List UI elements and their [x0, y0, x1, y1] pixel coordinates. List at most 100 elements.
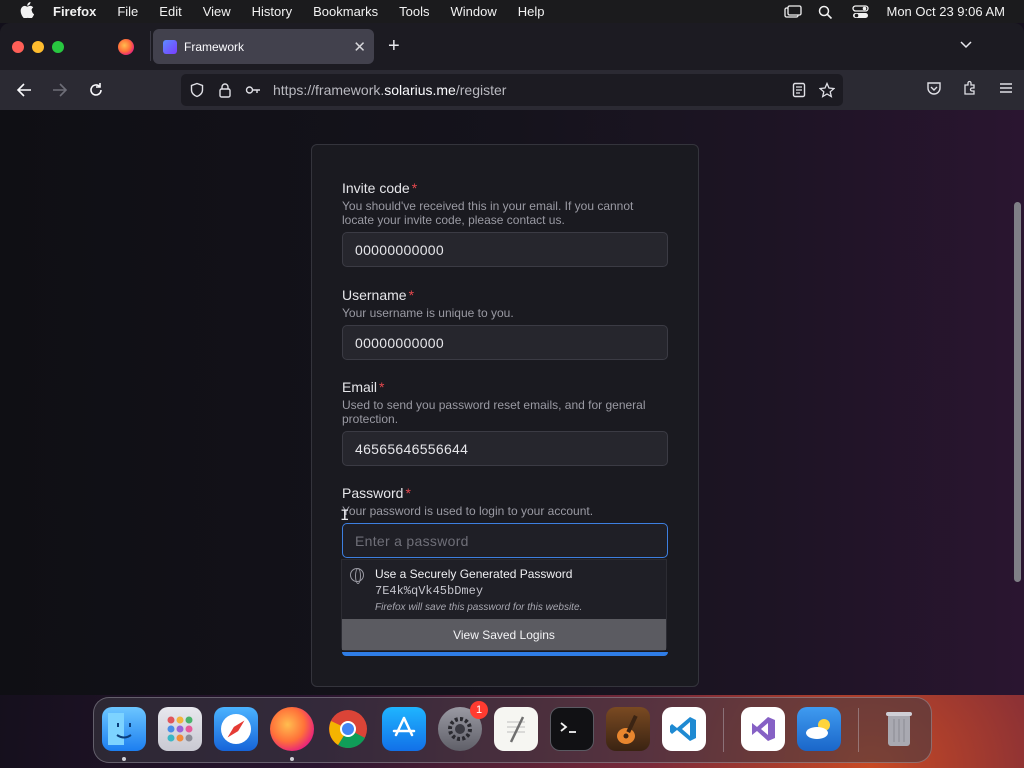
password-autocomplete-popup: Use a Securely Generated Password 7E4k%q…: [341, 559, 667, 651]
menu-tools[interactable]: Tools: [399, 4, 429, 19]
dock-separator: [858, 708, 859, 752]
key-icon[interactable]: [245, 82, 261, 98]
required-mark: *: [405, 485, 411, 501]
username-label-text: Username: [342, 287, 407, 303]
forward-button[interactable]: [48, 78, 72, 102]
username-label: Username *: [342, 287, 668, 303]
password-field: Password * Your password is used to login…: [342, 485, 668, 558]
reader-view-icon[interactable]: [791, 82, 807, 101]
dock-finder-icon[interactable]: [102, 707, 146, 751]
menu-app-name[interactable]: Firefox: [53, 4, 96, 19]
dock-system-settings-icon[interactable]: 1: [438, 701, 488, 751]
framework-favicon-icon: [163, 39, 177, 54]
reload-button[interactable]: [84, 78, 108, 102]
password-input[interactable]: Enter a password: [342, 523, 668, 558]
bookmark-star-icon[interactable]: [818, 81, 836, 101]
tab-title: Framework: [184, 39, 245, 54]
password-placeholder: Enter a password: [355, 532, 469, 549]
email-label: Email *: [342, 379, 668, 395]
tab-framework[interactable]: Framework ✕: [153, 29, 374, 64]
dock-weather-icon[interactable]: [797, 707, 841, 751]
username-input[interactable]: 00000000000: [342, 325, 668, 360]
invite-code-field: Invite code * You should've received this…: [342, 180, 668, 267]
password-help: Your password is used to login to your a…: [342, 504, 594, 518]
menubar-clock[interactable]: Mon Oct 23 9:06 AM: [886, 4, 1005, 19]
email-help: Used to send you password reset emails, …: [342, 398, 646, 426]
dock-visual-studio-icon[interactable]: [741, 707, 785, 751]
notification-badge: 1: [470, 701, 488, 719]
minimize-window-button[interactable]: [32, 41, 44, 53]
email-value: 46565646556644: [355, 440, 469, 457]
chevron-down-icon[interactable]: [960, 37, 972, 49]
dock-trash-icon[interactable]: [877, 707, 921, 751]
close-window-button[interactable]: [12, 41, 24, 53]
dock-app-store-icon[interactable]: [382, 707, 426, 751]
running-indicator: [122, 757, 126, 761]
password-label: Password *: [342, 485, 668, 501]
dock-vscode-icon[interactable]: [662, 707, 706, 751]
view-saved-logins-button[interactable]: View Saved Logins: [342, 619, 666, 650]
scrollbar-thumb[interactable]: [1014, 202, 1021, 582]
menu-bookmarks[interactable]: Bookmarks: [313, 4, 378, 19]
firefox-view-icon[interactable]: [118, 39, 134, 55]
lock-icon[interactable]: [217, 82, 233, 98]
required-mark: *: [411, 180, 418, 196]
dock-launchpad-icon[interactable]: [158, 707, 202, 751]
dock-garageband-icon[interactable]: [606, 707, 650, 751]
page-scrollbar[interactable]: [1012, 110, 1024, 695]
globe-icon: [350, 568, 364, 584]
menu-edit[interactable]: Edit: [159, 4, 181, 19]
url-path: /register: [455, 82, 507, 98]
pocket-icon[interactable]: [926, 80, 942, 101]
menu-help[interactable]: Help: [518, 4, 545, 19]
shield-icon[interactable]: [189, 82, 205, 98]
navigation-toolbar: https://framework.solarius.me/register: [0, 70, 1024, 110]
invite-code-label-text: Invite code: [342, 180, 410, 196]
email-label-text: Email: [342, 379, 378, 395]
username-field: Username * Your username is unique to you…: [342, 287, 668, 360]
dock-safari-icon[interactable]: [214, 707, 258, 751]
url-domain: solarius.me: [384, 82, 456, 98]
password-label-text: Password: [342, 485, 404, 501]
invite-code-help: You should've received this in your emai…: [342, 199, 634, 227]
zoom-window-button[interactable]: [52, 41, 64, 53]
generated-password-value[interactable]: 7E4k%qVk45bDmey: [375, 584, 483, 598]
invite-code-label: Invite code *: [342, 180, 668, 196]
text-cursor-icon: I: [340, 507, 350, 525]
menu-history[interactable]: History: [252, 4, 292, 19]
new-tab-button[interactable]: +: [388, 35, 400, 58]
dock-chrome-icon[interactable]: [326, 707, 370, 751]
required-mark: *: [408, 287, 415, 303]
generated-password-option[interactable]: Use a Securely Generated Password: [375, 567, 572, 581]
url-text[interactable]: https://framework.solarius.me/register: [273, 82, 506, 98]
dock-separator: [723, 708, 724, 752]
url-prefix: https://framework.: [273, 82, 385, 98]
username-help: Your username is unique to you.: [342, 306, 514, 320]
apple-icon[interactable]: [18, 1, 36, 22]
back-button[interactable]: [12, 78, 36, 102]
dock-firefox-icon[interactable]: [270, 707, 314, 751]
menu-window[interactable]: Window: [451, 4, 497, 19]
menu-view[interactable]: View: [203, 4, 231, 19]
dock-textedit-icon[interactable]: [494, 707, 538, 751]
control-center-icon[interactable]: [852, 4, 870, 19]
menu-file[interactable]: File: [117, 4, 138, 19]
username-value: 00000000000: [355, 334, 444, 351]
invite-code-value: 00000000000: [355, 241, 444, 258]
invite-code-input[interactable]: 00000000000: [342, 232, 668, 267]
url-bar[interactable]: https://framework.solarius.me/register: [181, 74, 843, 106]
email-field: Email * Used to send you password reset e…: [342, 379, 668, 466]
tab-divider: [150, 31, 151, 61]
extensions-icon[interactable]: [962, 80, 978, 101]
screen-mirroring-icon[interactable]: [784, 4, 803, 19]
window-controls: [12, 41, 64, 53]
generated-password-note: Firefox will save this password for this…: [375, 602, 583, 613]
spotlight-search-icon[interactable]: [818, 5, 836, 19]
menu-bar: Firefox File Edit View History Bookmarks…: [0, 0, 1024, 23]
email-input[interactable]: 46565646556644: [342, 431, 668, 466]
hamburger-menu-icon[interactable]: [998, 80, 1014, 101]
dock: 1: [93, 697, 932, 763]
submit-button[interactable]: [342, 652, 668, 656]
dock-terminal-icon[interactable]: [550, 707, 594, 751]
close-icon[interactable]: ✕: [353, 38, 366, 56]
